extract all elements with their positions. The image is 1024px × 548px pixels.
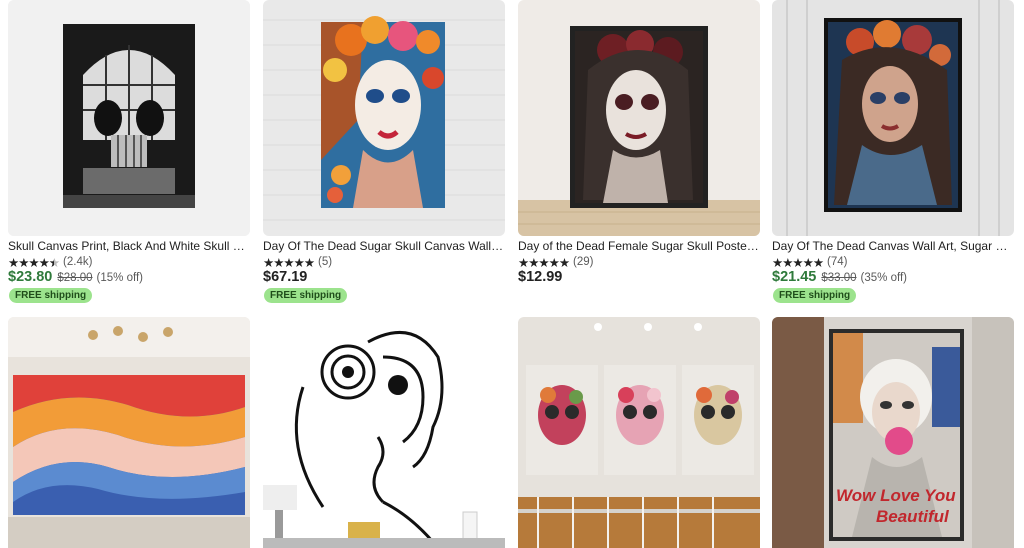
day-of-dead-woman-artwork xyxy=(772,0,1014,236)
abstract-wave-painting-artwork xyxy=(8,317,250,548)
listing-image-marilyn-bubblegum[interactable]: Wow Love You Beautiful xyxy=(772,317,1014,548)
rating-row: ★★★★★ (74) xyxy=(772,255,848,270)
star-icon: ★★★★★ xyxy=(518,255,570,270)
price-row: $23.80 $28.00 (15% off) xyxy=(8,269,143,285)
listing-title[interactable]: Day Of The Dead Canvas Wall Art, Sugar S… xyxy=(772,239,1014,253)
rating-row: ★★★★★ (29) xyxy=(518,255,594,270)
listing-image-sugar-skull-canvas[interactable] xyxy=(263,0,505,236)
free-shipping-badge: FREE shipping xyxy=(773,288,857,303)
rating-row: ★★★★★ (5) xyxy=(263,255,333,270)
sugar-skull-woman-artwork xyxy=(263,0,505,236)
female-sugar-skull-poster-artwork xyxy=(518,0,760,236)
price-row: $12.99 xyxy=(518,269,562,285)
listing-image-abstract-waves[interactable] xyxy=(8,317,250,548)
price: $67.19 xyxy=(263,269,308,285)
artwork-text-love-line2: Beautiful xyxy=(876,507,950,526)
rating-count: (2.4k) xyxy=(63,256,93,268)
rating-row: ★★★★★ (2.4k) xyxy=(8,255,93,270)
marilyn-bubblegum-pop-art: Wow Love You Beautiful xyxy=(772,317,1014,548)
discount-label: (15% off) xyxy=(96,272,143,284)
original-price: $33.00 xyxy=(821,272,857,284)
listing-title[interactable]: Day Of The Dead Sugar Skull Canvas Wall … xyxy=(263,239,505,253)
star-icon: ★★★★★ xyxy=(772,255,824,270)
rating-count: (29) xyxy=(573,256,594,268)
listing-title[interactable]: Day of the Dead Female Sugar Skull Poste… xyxy=(518,239,760,253)
listing-image-metal-wall-art[interactable] xyxy=(263,317,505,548)
skull-window-artwork xyxy=(8,0,250,236)
star-icon: ★★★★★ xyxy=(263,255,315,270)
listing-title[interactable]: Skull Canvas Print, Black And White Skul… xyxy=(8,239,250,253)
listing-image-day-of-dead-canvas[interactable] xyxy=(772,0,1014,236)
price-row: $21.45 $33.00 (35% off) xyxy=(772,269,907,285)
star-icon: ★★★★★ xyxy=(8,255,60,270)
listing-image-female-sugar-skull-poster[interactable] xyxy=(518,0,760,236)
rating-count: (74) xyxy=(827,256,848,268)
price-row: $67.19 xyxy=(263,269,307,285)
rating-count: (5) xyxy=(318,256,333,268)
floral-skulls-triptych-artwork xyxy=(518,317,760,548)
artwork-text-love-line1: Wow Love You xyxy=(836,486,956,505)
free-shipping-badge: FREE shipping xyxy=(264,288,348,303)
sale-price: $21.45 xyxy=(772,269,817,285)
price: $12.99 xyxy=(518,269,563,285)
original-price: $28.00 xyxy=(57,272,93,284)
listing-image-floral-skulls-triptych[interactable] xyxy=(518,317,760,548)
metal-sugar-skull-silhouette-artwork xyxy=(263,317,505,548)
listing-image-skull-window[interactable] xyxy=(8,0,250,236)
discount-label: (35% off) xyxy=(860,272,907,284)
sale-price: $23.80 xyxy=(8,269,53,285)
free-shipping-badge: FREE shipping xyxy=(9,288,93,303)
